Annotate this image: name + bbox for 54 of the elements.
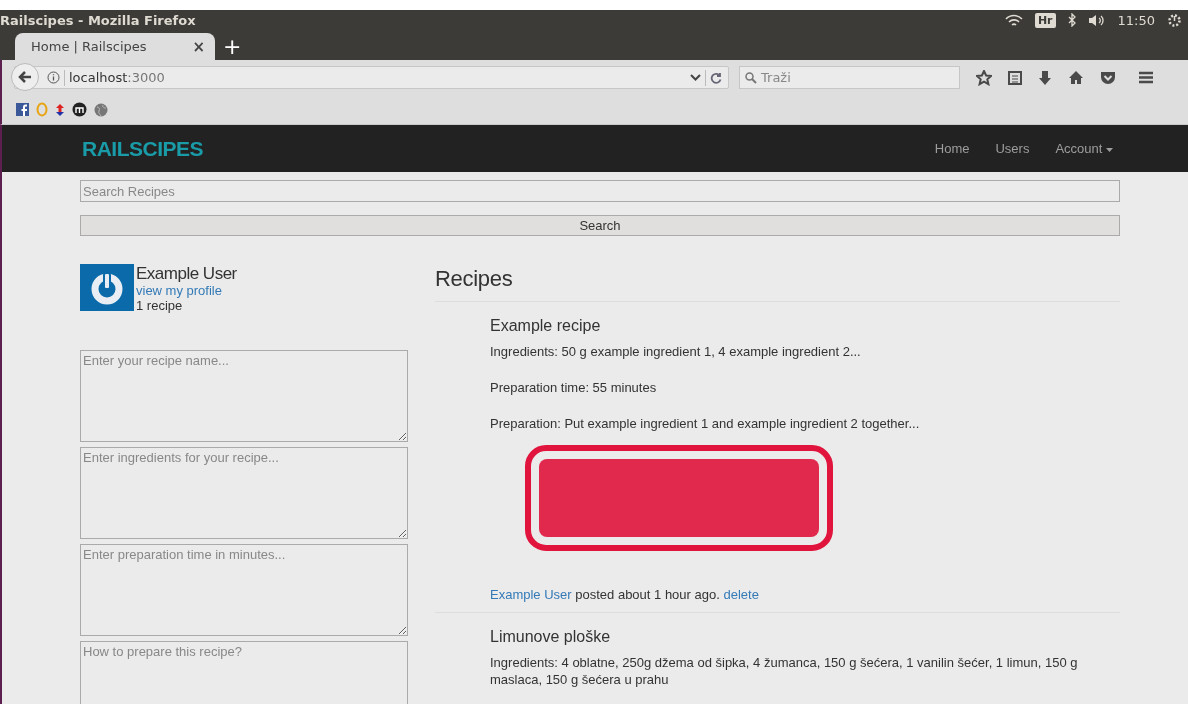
search-recipes-field[interactable]: Search Recipes <box>80 180 1120 202</box>
user-name: Example User <box>136 264 237 283</box>
caret-icon <box>1106 147 1113 152</box>
back-button[interactable] <box>11 63 39 91</box>
recipe-textarea[interactable]: Enter ingredients for your recipe... <box>80 447 408 539</box>
close-icon[interactable]: × <box>192 37 205 56</box>
volume-icon[interactable] <box>1087 13 1106 27</box>
posted-time-text: posted about 1 hour ago. <box>575 587 720 602</box>
author-link[interactable]: Example User <box>490 587 572 602</box>
search-button[interactable]: Search <box>80 215 1120 236</box>
tab-title: Home | Railscipes <box>31 39 147 54</box>
globe-icon[interactable] <box>94 102 108 117</box>
power-gear-icon[interactable] <box>1167 12 1182 28</box>
url-text: localhost:3000 <box>69 70 165 85</box>
recipe-textarea[interactable]: Enter your recipe name... <box>80 350 408 442</box>
brand-logo-text[interactable]: RAILSCIPES <box>82 136 922 161</box>
wifi-icon[interactable] <box>1004 13 1023 27</box>
search-icon <box>745 71 757 84</box>
browser-tab[interactable]: Home | Railscipes × <box>15 33 215 60</box>
profile-link[interactable]: view my profile <box>136 283 222 298</box>
download-icon[interactable] <box>1038 69 1052 86</box>
recipe-count: 1 recipe <box>136 298 184 313</box>
window-title: Railscipes - Mozilla Firefox <box>0 12 197 28</box>
nav-link[interactable]: Home <box>921 141 983 156</box>
up-down-arrows-icon[interactable] <box>55 102 65 117</box>
recipe-textarea[interactable]: How to prepare this recipe? <box>80 641 408 704</box>
recipe-title: Limunove ploške <box>490 628 612 646</box>
star-icon[interactable] <box>976 69 992 86</box>
delete-link[interactable]: delete <box>723 587 759 602</box>
recipe-title: Example recipe <box>490 317 602 335</box>
recipes-heading: Recipes <box>435 264 1120 302</box>
back-arrow-icon <box>18 71 32 83</box>
facebook-icon[interactable] <box>16 103 29 116</box>
ingredients-text: Ingredients: 50 g example ingredient 1, 4 example ingredient 2... <box>490 343 862 360</box>
home-icon[interactable] <box>1068 70 1084 85</box>
bluetooth-icon[interactable] <box>1067 13 1076 27</box>
account-dropdown[interactable]: Account <box>1042 141 1126 156</box>
prep-time-text: Preparation time: 55 minutes <box>490 379 658 396</box>
address-bar[interactable]: localhost:3000 <box>14 66 729 89</box>
pocket-icon[interactable] <box>1100 70 1116 85</box>
dropdown-chevron-icon[interactable] <box>690 74 701 81</box>
new-tab-button[interactable]: + <box>223 32 242 60</box>
menu-icon[interactable] <box>1138 71 1154 84</box>
search-placeholder: Traži <box>761 70 791 85</box>
nav-link[interactable]: Users <box>982 141 1043 156</box>
preparation-text: Preparation: Put example ingredient 1 and example ingredient 2 together... <box>490 415 921 432</box>
ingredients-text: Ingredients: 4 oblatne, 250g džema od šipka, 4 žumanca, 150 g šećera, 1 vanilin šećer, 1 limun, 150 g maslaca, 150 g šećera u prahu <box>490 654 1079 688</box>
circle-logo-icon[interactable] <box>72 102 87 117</box>
clock[interactable]: 11:50 <box>1117 12 1155 28</box>
reading-list-icon[interactable] <box>1008 70 1022 85</box>
keyboard-layout-indicator[interactable]: Hr <box>1034 12 1056 28</box>
recipe-textarea[interactable]: Enter preparation time in minutes... <box>80 544 408 636</box>
reload-icon[interactable] <box>710 71 722 84</box>
info-icon[interactable] <box>47 71 60 84</box>
